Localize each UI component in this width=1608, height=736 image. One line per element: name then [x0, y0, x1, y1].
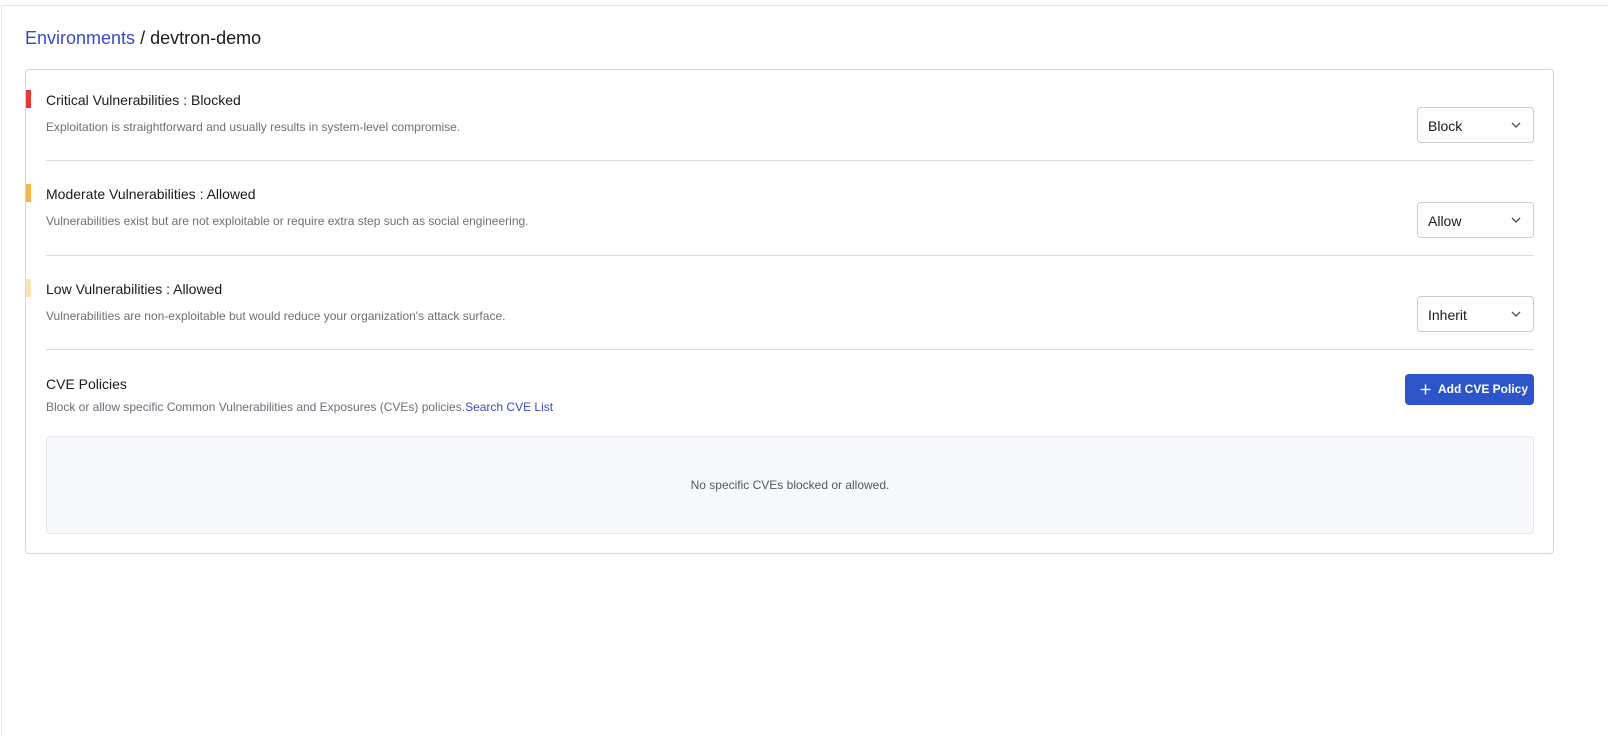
cve-empty-state: No specific CVEs blocked or allowed.: [46, 436, 1534, 534]
chevron-down-icon: [1511, 217, 1521, 223]
chevron-down-icon: [1511, 122, 1521, 128]
low-action-value: Inherit: [1428, 307, 1467, 323]
moderate-vulnerabilities-description: Vulnerabilities exist but are not exploi…: [46, 214, 529, 228]
cve-policies-description: Block or allow specific Common Vulnerabi…: [46, 399, 553, 415]
search-cve-list-link[interactable]: Search CVE List: [465, 400, 553, 414]
critical-action-value: Block: [1428, 118, 1463, 134]
low-vulnerabilities-description: Vulnerabilities are non-exploitable but …: [46, 309, 506, 323]
security-policy-card: Critical Vulnerabilities : Blocked Explo…: [25, 69, 1554, 554]
breadcrumb-current: devtron-demo: [150, 28, 262, 48]
add-cve-policy-label: Add CVE Policy: [1438, 382, 1529, 396]
breadcrumb: Environments / devtron-demo: [25, 26, 261, 50]
critical-action-select[interactable]: Block: [1417, 107, 1534, 143]
row-divider: [46, 349, 1534, 350]
low-action-select[interactable]: Inherit: [1417, 296, 1534, 332]
row-divider: [46, 255, 1534, 256]
plus-icon: [1420, 384, 1431, 395]
critical-severity-bar: [26, 90, 31, 108]
critical-vulnerabilities-title: Critical Vulnerabilities : Blocked: [46, 92, 241, 108]
cve-policies-title: CVE Policies: [46, 376, 127, 392]
critical-vulnerabilities-description: Exploitation is straightforward and usua…: [46, 120, 461, 134]
cve-description-text: Block or allow specific Common Vulnerabi…: [46, 400, 466, 414]
breadcrumb-environments-link[interactable]: Environments: [25, 28, 135, 48]
low-severity-bar: [26, 279, 31, 297]
moderate-severity-bar: [26, 184, 31, 202]
chevron-down-icon: [1511, 311, 1521, 317]
add-cve-policy-button[interactable]: Add CVE Policy: [1405, 374, 1534, 405]
moderate-action-select[interactable]: Allow: [1417, 202, 1534, 238]
cve-empty-message: No specific CVEs blocked or allowed.: [690, 478, 890, 492]
low-vulnerabilities-title: Low Vulnerabilities : Allowed: [46, 281, 223, 297]
moderate-action-value: Allow: [1428, 213, 1462, 229]
row-divider: [46, 160, 1534, 161]
breadcrumb-separator: /: [135, 28, 151, 48]
moderate-vulnerabilities-title: Moderate Vulnerabilities : Allowed: [46, 186, 256, 202]
